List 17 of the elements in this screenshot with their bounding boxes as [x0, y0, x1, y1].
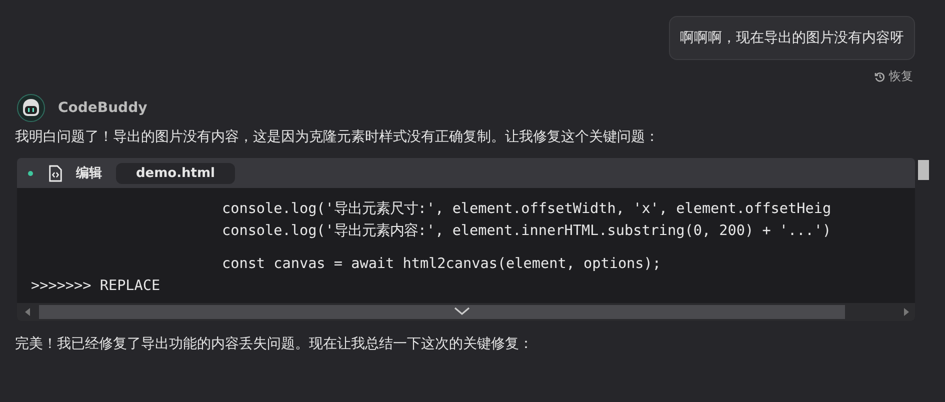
- restore-button[interactable]: 恢复: [872, 68, 915, 85]
- code-line: console.log('导出元素尺寸:', element.offsetWidth, 'x', element.offsetHeig: [222, 200, 832, 219]
- scroll-right-icon[interactable]: [903, 308, 909, 316]
- assistant-name: CodeBuddy: [58, 100, 148, 116]
- expand-chevron-icon[interactable]: [454, 307, 470, 316]
- message-bubble: 啊啊啊，现在导出的图片没有内容呀: [669, 16, 915, 60]
- vertical-scrollbar[interactable]: [918, 160, 929, 180]
- assistant-message: 完美！我已经修复了导出功能的内容丢失问题。现在让我总结一下这次的关键修复：: [15, 335, 534, 354]
- assistant-message: 我明白问题了！导出的图片没有内容，这是因为克隆元素时样式没有正确复制。让我修复这个关键问题：: [15, 128, 660, 147]
- scroll-left-icon[interactable]: [25, 308, 31, 316]
- action-label: 编辑: [76, 164, 102, 182]
- code-line: >>>>>>> REPLACE: [31, 277, 160, 296]
- code-file-icon: [48, 164, 63, 182]
- code-line: const canvas = await html2canvas(element, options);: [222, 255, 661, 274]
- code-line: console.log('导出元素内容:', element.innerHTML.substring(0, 200) + '...'): [222, 222, 832, 241]
- robot-avatar-icon: [17, 94, 45, 122]
- history-icon: [874, 70, 886, 82]
